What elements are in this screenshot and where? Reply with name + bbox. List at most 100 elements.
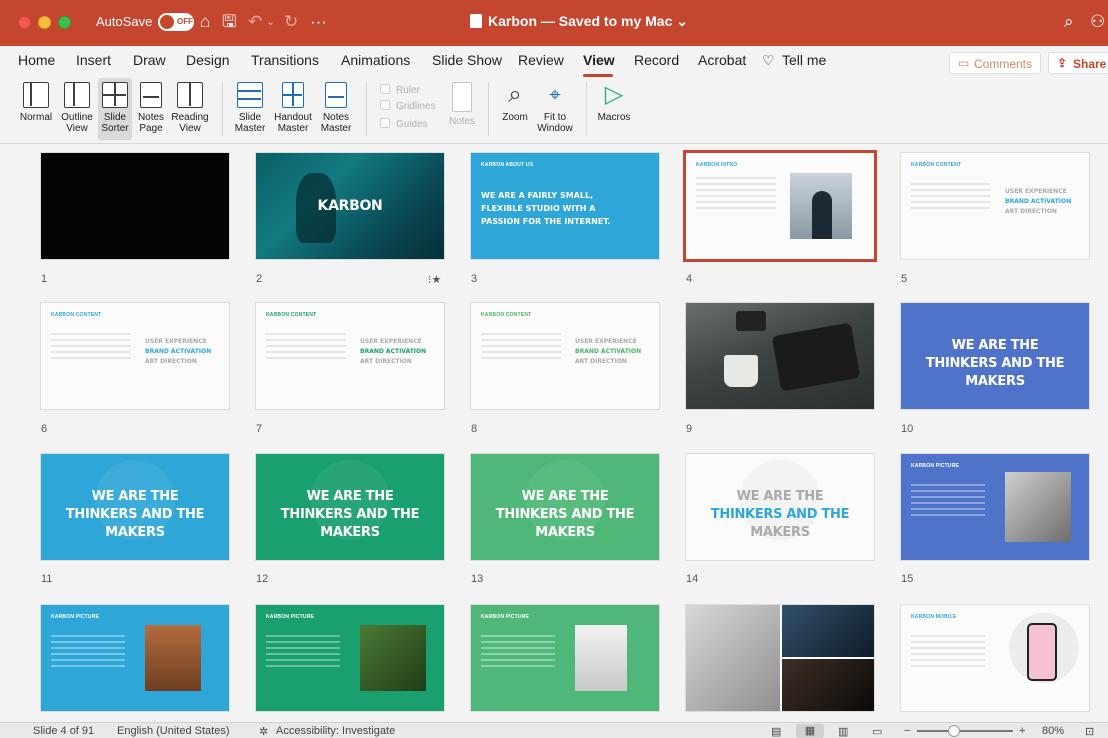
maximize-window-button[interactable] (58, 16, 71, 29)
slide-thumbnail[interactable]: KARBON PICTURE (471, 605, 659, 711)
notes-button[interactable]: Notes (446, 78, 478, 140)
zoom-level[interactable]: 80% (1042, 725, 1064, 737)
tab-design[interactable]: Design (186, 52, 230, 68)
notes-page-button[interactable]: Notes Page (134, 78, 168, 140)
slide-number: 9 (686, 423, 693, 435)
search-icon[interactable]: ⌕ (1064, 10, 1074, 34)
slide-master-icon (237, 82, 263, 108)
redo-icon[interactable]: ↻ (284, 10, 298, 34)
tab-view[interactable]: View (583, 52, 615, 68)
fit-slide-icon[interactable]: ⊡ (1085, 725, 1094, 738)
slide-thumbnail[interactable]: WE ARE THE THINKERS AND THE MAKERS (901, 303, 1089, 409)
tab-record[interactable]: Record (634, 52, 679, 68)
slide-thumbnail[interactable]: KARBON CONTENT USER EXPERIENCE BRAND ACTI… (256, 303, 444, 409)
normal-view-status-icon[interactable]: ▤ (771, 725, 781, 738)
comments-button[interactable]: ▭ Comments (949, 52, 1041, 74)
slide-master-button[interactable]: Slide Master (232, 78, 268, 140)
slide-thumbnail[interactable]: KARBON CONTENT USER EXPERIENCE BRAND ACTI… (471, 303, 659, 409)
minimize-window-button[interactable] (38, 16, 51, 29)
slide-number: 8 (471, 423, 478, 435)
chevron-down-icon: ⌄ (672, 13, 689, 29)
slide-headline: WE ARE THE THINKERS AND THE MAKERS (280, 489, 420, 540)
slide-thumbnail[interactable]: WE ARE THE THINKERS AND THE MAKERS (686, 454, 874, 560)
autosave-state: OFF (177, 17, 193, 26)
normal-view-button[interactable]: Normal (18, 78, 54, 140)
transition-badge: ⁝★ (428, 274, 442, 286)
slide-thumbnail[interactable]: KARBON PICTURE (901, 454, 1089, 560)
tab-slide-show[interactable]: Slide Show (432, 52, 502, 68)
photo-placeholder (790, 173, 852, 239)
guides-checkbox[interactable]: Guides (380, 118, 428, 130)
tab-insert[interactable]: Insert (76, 52, 111, 68)
tab-review[interactable]: Review (518, 52, 564, 68)
status-bar: Slide 4 of 91 English (United States) ✲ … (0, 722, 1108, 738)
notes-master-button[interactable]: Notes Master (318, 78, 354, 140)
document-icon (470, 14, 482, 28)
slide-number: 13 (471, 573, 484, 585)
ribbon-separator (222, 82, 223, 136)
zoom-in-button[interactable]: + (1019, 725, 1025, 737)
photo-placeholder (782, 659, 874, 711)
fit-to-window-button[interactable]: ⌖ Fit to Window (534, 78, 576, 140)
ruler-checkbox[interactable]: Ruler (380, 84, 420, 96)
language-button[interactable]: English (United States) (117, 725, 230, 737)
zoom-slider-track[interactable] (917, 730, 1013, 732)
accessibility-button[interactable]: Accessibility: Investigate (276, 725, 395, 737)
photo-placeholder (686, 605, 780, 711)
slide-kicker: KARBON PICTURE (266, 614, 315, 620)
undo-dropdown-icon[interactable]: ⌄ (266, 10, 275, 34)
slide-thumbnail[interactable]: WE ARE THE THINKERS AND THE MAKERS (41, 454, 229, 560)
body-text-lines (696, 177, 776, 213)
handout-master-button[interactable]: Handout Master (272, 78, 314, 140)
slide-thumbnail[interactable] (686, 303, 874, 409)
body-text-lines (266, 635, 340, 669)
outline-view-button[interactable]: Outline View (58, 78, 96, 140)
slide-number: 3 (471, 273, 478, 285)
slide-kicker: KARBON PICTURE (51, 614, 100, 620)
slide-thumbnail[interactable] (686, 605, 874, 711)
comment-icon: ▭ (958, 56, 970, 70)
slide-sorter-button[interactable]: Slide Sorter (98, 78, 132, 140)
slide-number: 15 (901, 573, 914, 585)
slide-thumbnail-selected[interactable]: KARBON INTRO (686, 153, 874, 259)
autosave-toggle[interactable]: OFF (158, 13, 194, 31)
zoom-slider-knob[interactable] (948, 725, 960, 737)
account-icon[interactable]: ⚇ (1090, 10, 1105, 34)
zoom-button[interactable]: ⌕ Zoom (498, 78, 532, 140)
slide-thumbnail[interactable]: KARBON ABOUT US WE ARE A FAIRLY SMALL, FL… (471, 153, 659, 259)
tell-me-search[interactable]: Tell me (782, 52, 826, 68)
tab-draw[interactable]: Draw (133, 52, 166, 68)
tab-transitions[interactable]: Transitions (251, 52, 319, 68)
slide-thumbnail[interactable]: KARBON MOBILE (901, 605, 1089, 711)
macros-button[interactable]: ▷ Macros (596, 78, 632, 140)
tab-acrobat[interactable]: Acrobat (698, 52, 746, 68)
close-window-button[interactable] (18, 16, 31, 29)
slideshow-status-icon[interactable]: ▭ (872, 725, 882, 738)
slide-thumbnail[interactable]: KARBON PICTURE (41, 605, 229, 711)
home-icon[interactable]: ⌂ (200, 10, 210, 34)
slide-thumbnail[interactable]: KARBON PICTURE (256, 605, 444, 711)
accessibility-icon: ✲ (259, 726, 269, 738)
slide-kicker: KARBON INTRO (696, 162, 738, 168)
reading-view-status-icon[interactable]: ▥ (838, 725, 848, 738)
body-text-lines (51, 635, 125, 669)
gridlines-checkbox[interactable]: Gridlines (380, 100, 435, 112)
tab-home[interactable]: Home (18, 52, 55, 68)
share-button[interactable]: ⇪ Share (1048, 52, 1108, 74)
slide-thumbnail[interactable]: KARBON CONTENT USER EXPERIENCE BRAND ACTI… (901, 153, 1089, 259)
slide-thumbnail[interactable] (41, 153, 229, 259)
undo-icon[interactable]: ↶ (248, 10, 262, 34)
slide-thumbnail[interactable]: KARBON CONTENT USER EXPERIENCE BRAND ACTI… (41, 303, 229, 409)
tab-animations[interactable]: Animations (341, 52, 410, 68)
slide-thumbnail[interactable]: WE ARE THE THINKERS AND THE MAKERS (256, 454, 444, 560)
slide-number: 14 (686, 573, 699, 585)
notes-master-icon (325, 82, 347, 108)
more-icon[interactable]: ··· (310, 10, 327, 34)
reading-view-button[interactable]: Reading View (170, 78, 210, 140)
slide-sorter-status-icon[interactable]: ▦ (796, 724, 824, 738)
slide-thumbnail[interactable]: WE ARE THE THINKERS AND THE MAKERS (471, 454, 659, 560)
document-title[interactable]: Karbon — Saved to my Mac ⌄ (470, 13, 688, 30)
save-icon[interactable]: 🖫 (222, 10, 236, 34)
slide-thumbnail[interactable]: KARBON (256, 153, 444, 259)
zoom-out-button[interactable]: − (904, 725, 910, 737)
